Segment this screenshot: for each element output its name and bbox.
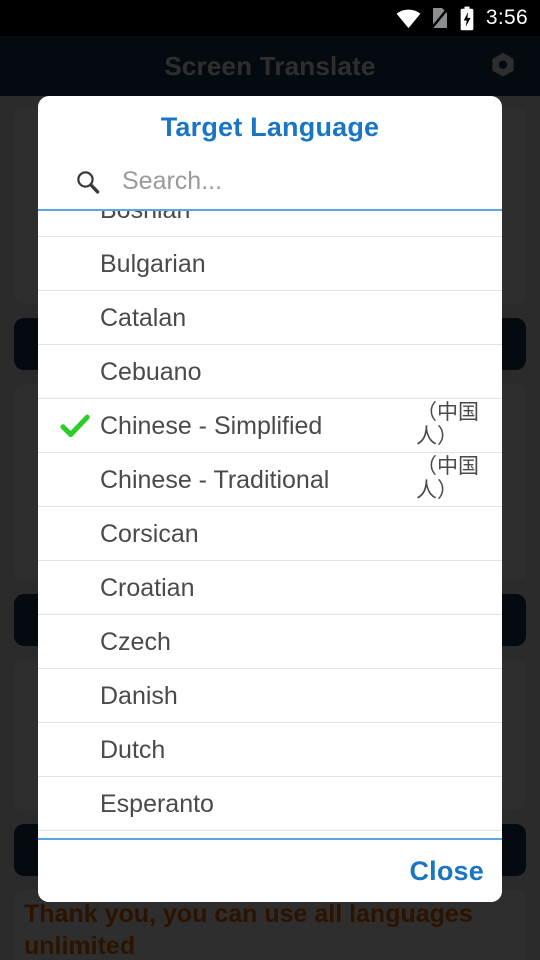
language-row[interactable]: Chinese - Simplified （中国人）	[38, 399, 502, 453]
language-row[interactable]: Danish	[38, 669, 502, 723]
search-placeholder: Search...	[122, 166, 223, 195]
sim-card-off-icon	[429, 6, 450, 30]
language-name: Bosnian	[100, 211, 190, 237]
wifi-icon	[396, 8, 421, 29]
status-time: 3:56	[485, 6, 528, 29]
language-list[interactable]: Bosnian Bulgarian Catalan Cebuano Chinese - …	[38, 211, 502, 838]
language-row[interactable]: Croatian	[38, 561, 502, 615]
dialog-title: Target Language	[160, 112, 380, 142]
language-name: Dutch	[100, 735, 166, 764]
phone-screen: Screen Translate Thank you, you can use …	[0, 0, 540, 960]
check-icon	[50, 409, 100, 443]
status-bar: 3:56	[0, 0, 540, 36]
language-row[interactable]: Cebuano	[38, 345, 502, 399]
battery-charging-icon	[459, 6, 475, 31]
language-name: Chinese - Traditional	[100, 465, 330, 494]
language-name: Estonian	[100, 831, 197, 839]
search-icon	[74, 168, 101, 195]
language-row[interactable]: Corsican	[38, 507, 502, 561]
close-button[interactable]: Close	[409, 856, 484, 887]
language-row[interactable]: Chinese - Traditional （中国人）	[38, 453, 502, 507]
language-row[interactable]: Czech	[38, 615, 502, 669]
language-name: Catalan	[100, 303, 187, 332]
language-name: Chinese - Simplified	[100, 411, 323, 440]
language-row[interactable]: Bosnian	[38, 211, 502, 237]
language-row[interactable]: Catalan	[38, 291, 502, 345]
language-native-name: （中国人）	[416, 455, 479, 502]
language-row[interactable]: Esperanto	[38, 777, 502, 831]
search-input[interactable]: Search...	[38, 153, 502, 209]
language-row[interactable]: Bulgarian	[38, 237, 502, 291]
language-name: Corsican	[100, 519, 199, 548]
language-native-name: （中国人）	[416, 401, 479, 448]
language-list-inner: Bosnian Bulgarian Catalan Cebuano Chinese - …	[38, 211, 502, 838]
language-name: Bulgarian	[100, 249, 206, 278]
language-name: Cebuano	[100, 357, 202, 386]
language-name: Danish	[100, 681, 178, 710]
language-name: Esperanto	[100, 789, 214, 818]
language-name: Croatian	[100, 573, 195, 602]
language-row[interactable]: Dutch	[38, 723, 502, 777]
target-language-dialog: Target Language Search... Bosnian Bulgari…	[38, 96, 502, 902]
language-name: Czech	[100, 627, 171, 656]
language-row[interactable]: Estonian	[38, 831, 502, 838]
dialog-footer: Close	[38, 840, 502, 902]
